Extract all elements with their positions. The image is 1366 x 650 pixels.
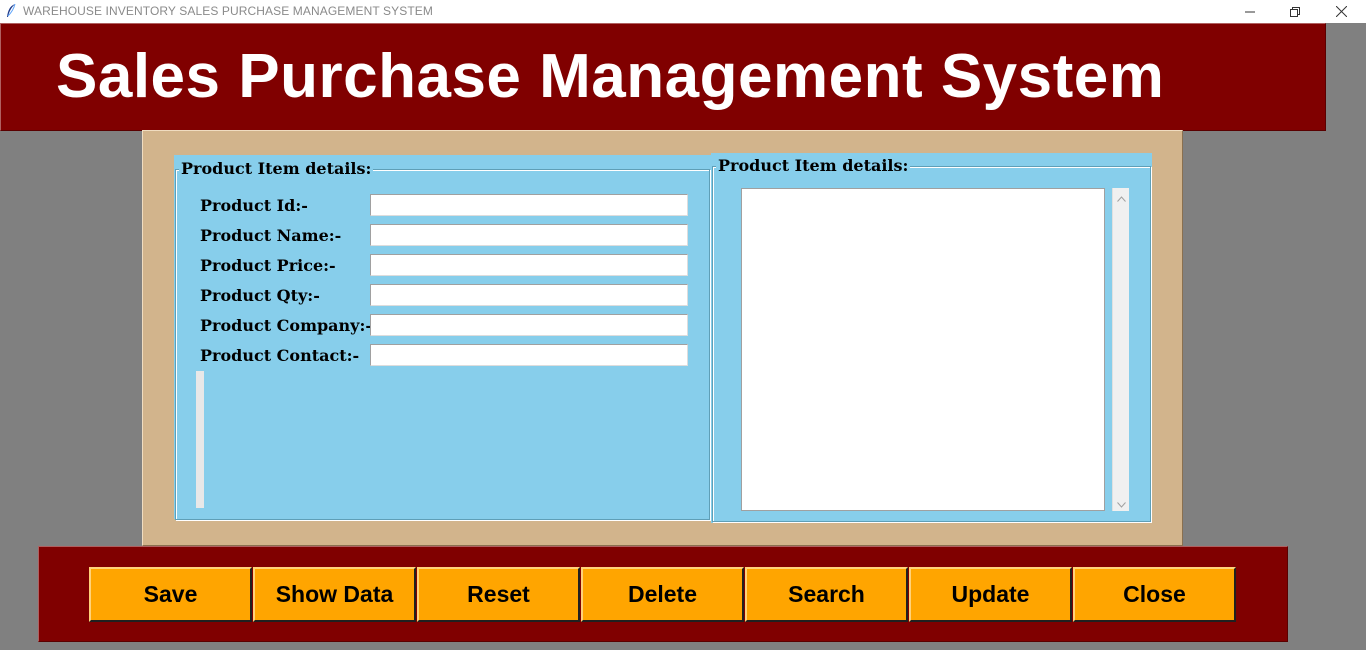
- product-name-label: Product Name:-: [200, 226, 342, 245]
- save-button[interactable]: Save: [89, 567, 252, 622]
- window-title: WAREHOUSE INVENTORY SALES PURCHASE MANAG…: [23, 4, 433, 18]
- minimize-icon: [1245, 2, 1255, 21]
- restore-icon: [1290, 2, 1300, 21]
- product-company-input[interactable]: [370, 314, 688, 336]
- product-id-input[interactable]: [370, 194, 688, 216]
- product-id-label: Product Id:-: [200, 196, 308, 215]
- restore-button[interactable]: [1272, 0, 1318, 23]
- product-price-input[interactable]: [370, 254, 688, 276]
- product-qty-label: Product Qty:-: [200, 286, 320, 305]
- close-icon: [1335, 2, 1347, 21]
- minimize-button[interactable]: [1227, 0, 1273, 23]
- product-company-label: Product Company:-: [200, 316, 373, 335]
- chevron-up-icon: [1116, 187, 1126, 206]
- window-titlebar: WAREHOUSE INVENTORY SALES PURCHASE MANAG…: [0, 0, 1366, 23]
- form-legend: Product Item details:: [179, 159, 374, 178]
- show-data-button[interactable]: Show Data: [253, 567, 416, 622]
- chevron-down-icon: [1116, 493, 1126, 512]
- search-button[interactable]: Search: [745, 567, 908, 622]
- product-name-input[interactable]: [370, 224, 688, 246]
- update-button[interactable]: Update: [909, 567, 1072, 622]
- header-banner: Sales Purchase Management System: [0, 23, 1326, 131]
- product-qty-input[interactable]: [370, 284, 688, 306]
- page-title: Sales Purchase Management System: [56, 42, 1165, 111]
- feather-icon: [5, 3, 17, 19]
- product-records-textarea[interactable]: [741, 188, 1105, 511]
- close-button[interactable]: Close: [1073, 567, 1236, 622]
- scroll-up-arrow[interactable]: [1113, 188, 1129, 205]
- scroll-down-arrow[interactable]: [1113, 494, 1129, 511]
- product-price-label: Product Price:-: [200, 256, 336, 275]
- close-window-button[interactable]: [1318, 0, 1364, 23]
- records-scrollbar[interactable]: [1112, 188, 1129, 511]
- display-legend: Product Item details:: [716, 156, 911, 175]
- product-contact-input[interactable]: [370, 344, 688, 366]
- form-scrollbar[interactable]: [196, 371, 204, 508]
- product-contact-label: Product Contact:-: [200, 346, 360, 365]
- delete-button[interactable]: Delete: [581, 567, 744, 622]
- reset-button[interactable]: Reset: [417, 567, 580, 622]
